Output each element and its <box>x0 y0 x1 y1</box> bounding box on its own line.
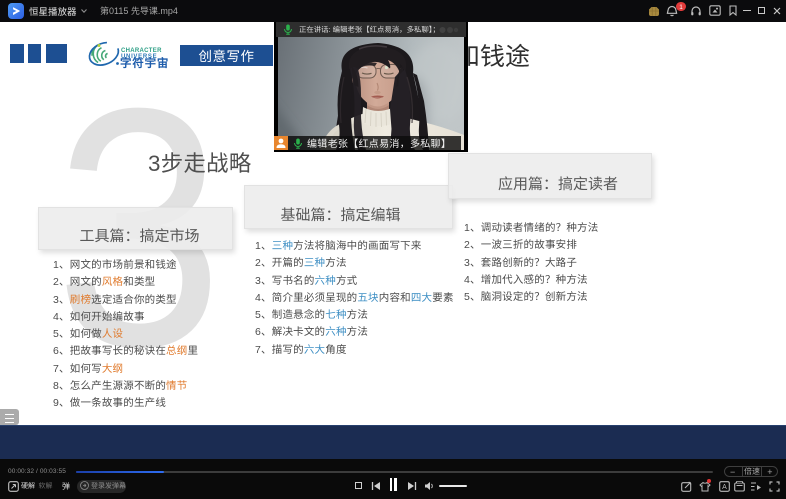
svg-text:A: A <box>722 484 727 491</box>
